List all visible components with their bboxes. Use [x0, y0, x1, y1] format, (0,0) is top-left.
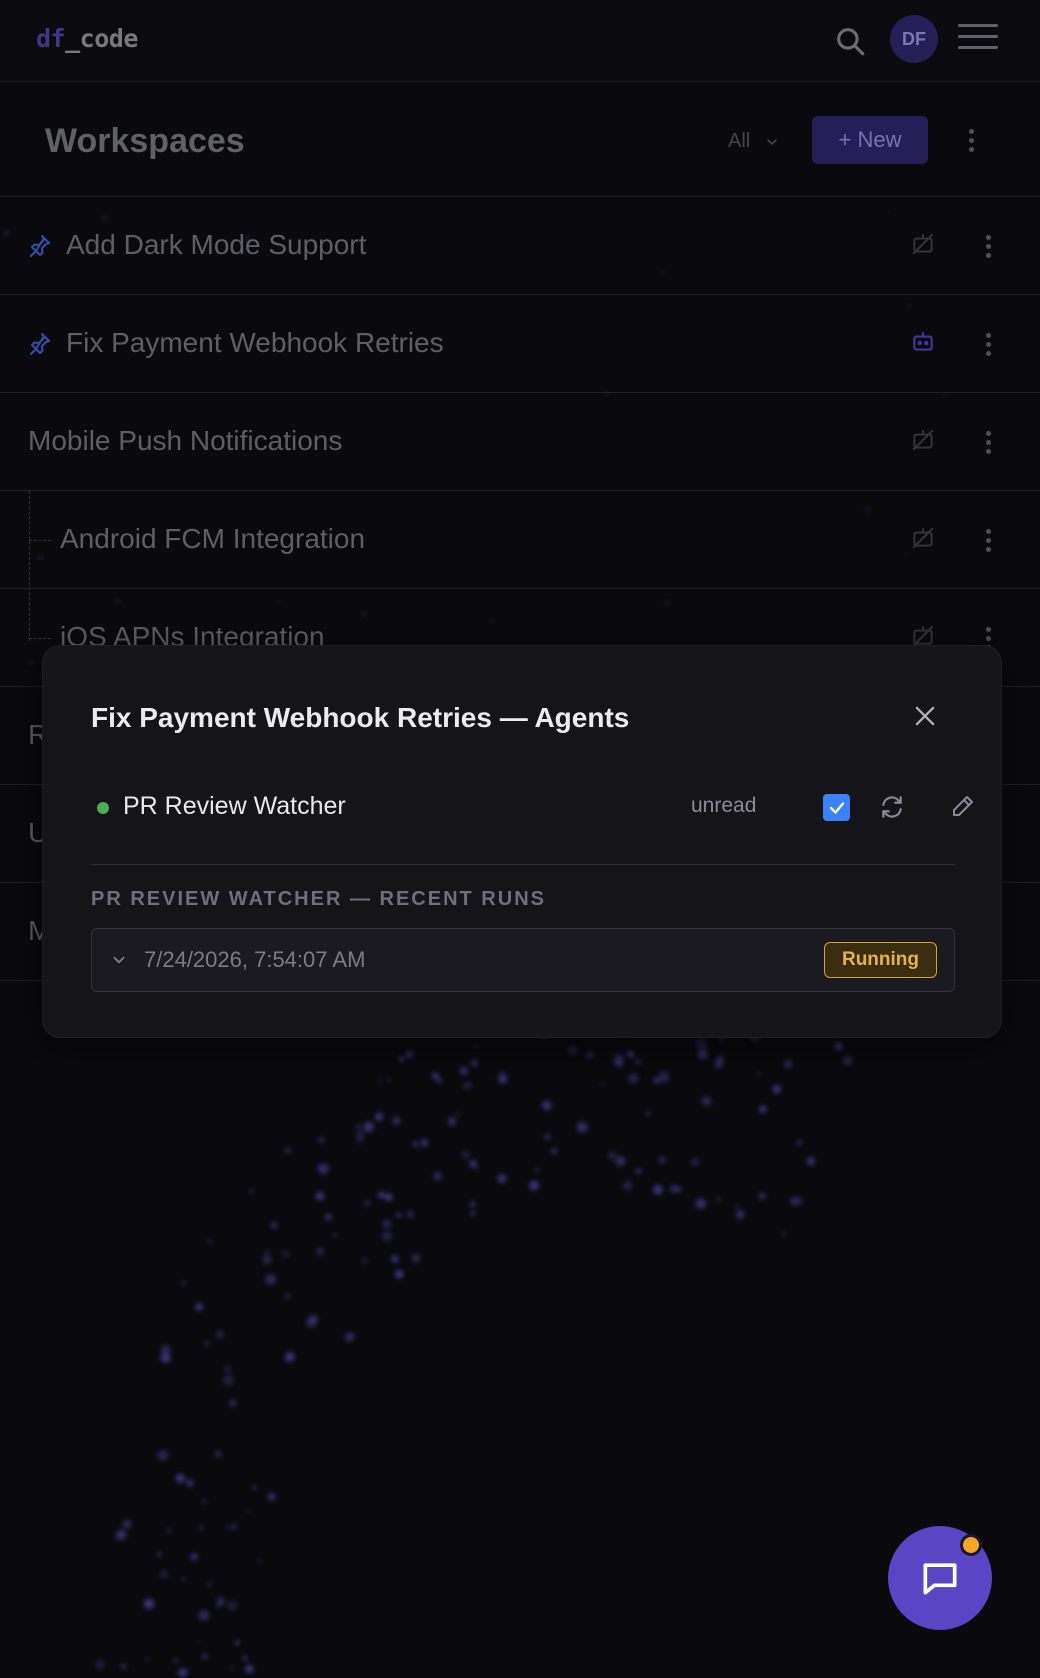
agent-name: PR Review Watcher [123, 792, 346, 820]
run-timestamp: 7/24/2026, 7:54:07 AM [144, 947, 366, 972]
agents-modal: Fix Payment Webhook Retries — Agents PR … [42, 645, 1002, 1038]
unread-label: unread [691, 794, 757, 817]
status-dot [97, 802, 109, 814]
status-badge: Running [824, 942, 937, 978]
agent-row[interactable]: PR Review Watcher unread [91, 784, 973, 836]
check-icon [829, 801, 844, 814]
chevron-down-icon[interactable] [110, 951, 128, 969]
notification-dot [960, 1534, 982, 1556]
unread-checkbox[interactable] [823, 794, 850, 821]
divider [91, 864, 955, 865]
refresh-icon[interactable] [879, 794, 905, 820]
close-icon[interactable] [911, 702, 939, 730]
modal-title: Fix Payment Webhook Retries — Agents [91, 702, 630, 733]
run-row[interactable]: 7/24/2026, 7:54:07 AM Running [91, 928, 955, 992]
chat-icon [923, 1563, 957, 1595]
recent-runs-label: PR REVIEW WATCHER — RECENT RUNS [91, 888, 546, 910]
edit-icon[interactable] [951, 794, 975, 818]
